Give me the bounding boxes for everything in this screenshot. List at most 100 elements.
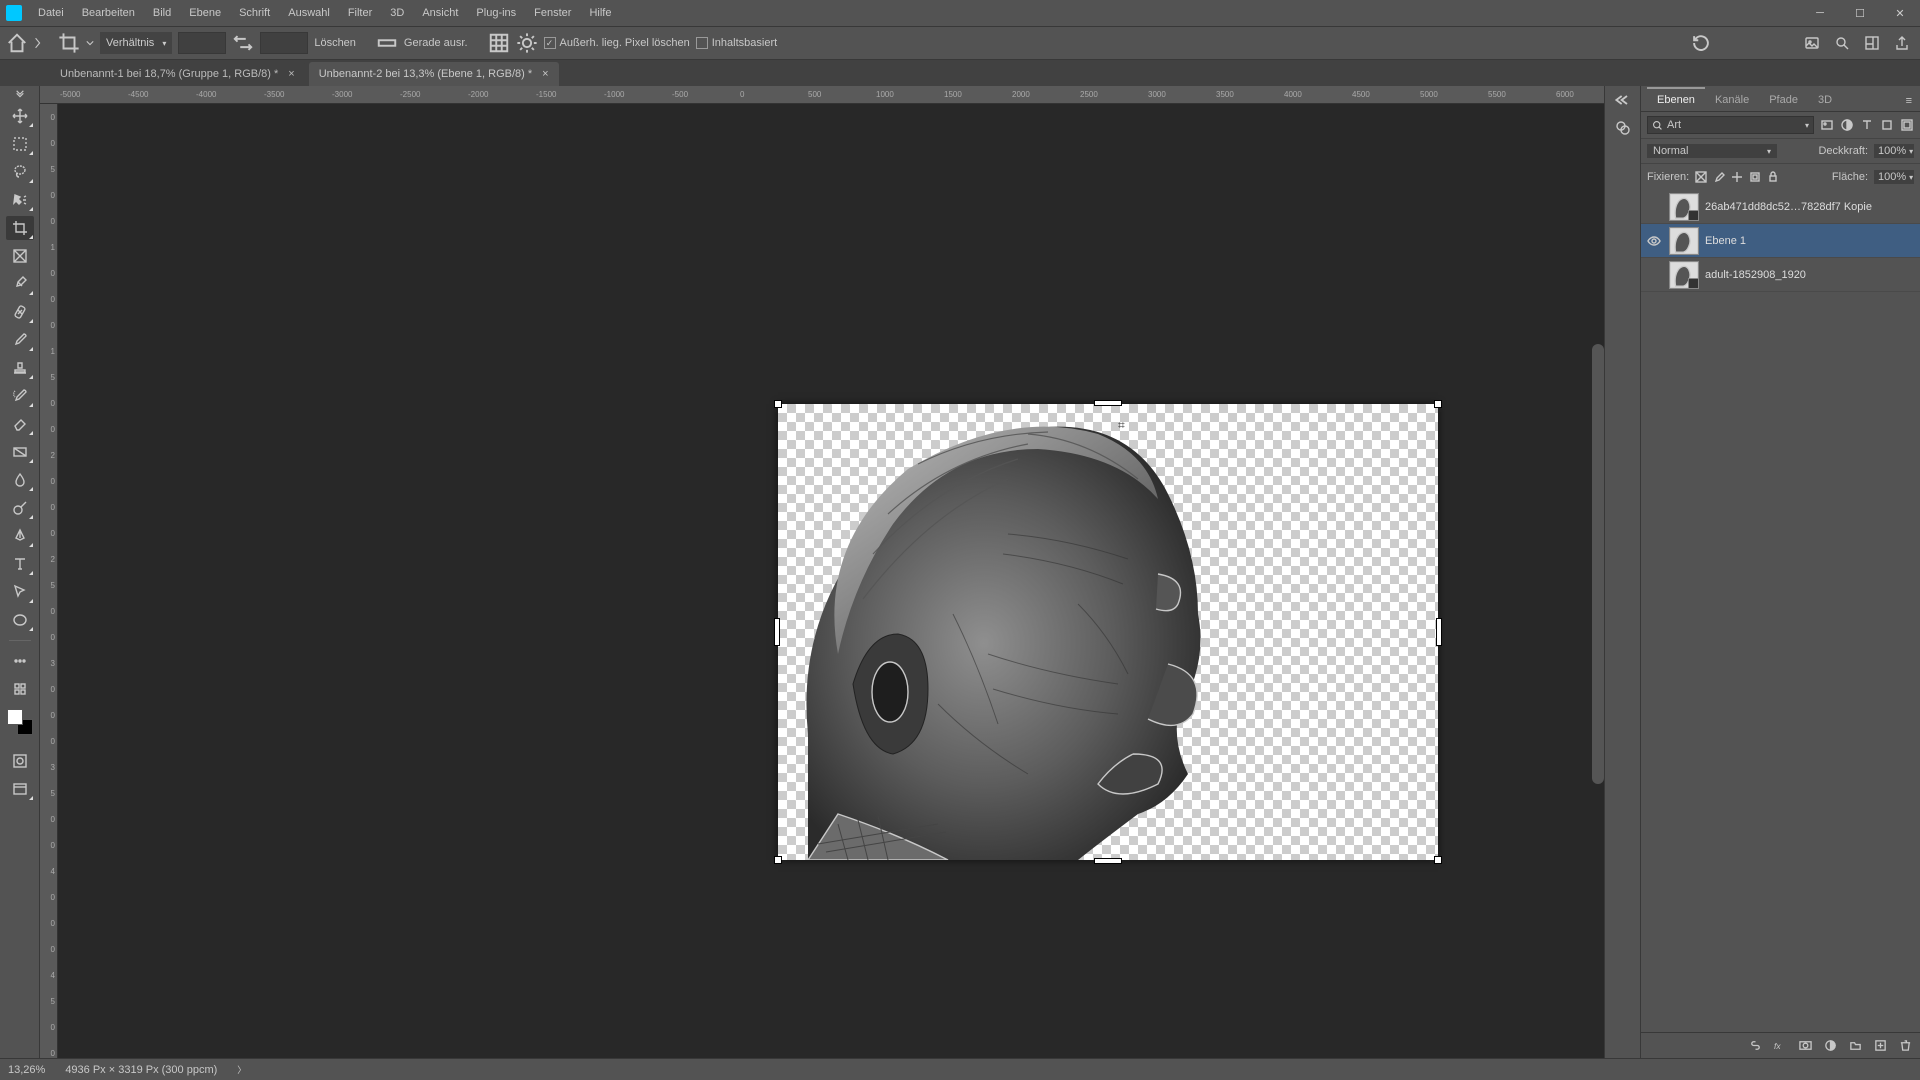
maximize-button[interactable]: ☐ — [1840, 0, 1880, 26]
lock-position-icon[interactable] — [1731, 171, 1743, 183]
filter-adjust-icon[interactable] — [1840, 118, 1854, 132]
lock-brush-icon[interactable] — [1713, 171, 1725, 183]
blur-tool[interactable] — [6, 468, 34, 492]
layer-thumbnail[interactable] — [1669, 193, 1699, 221]
cloud-docs-icon[interactable] — [1804, 35, 1820, 51]
menu-hilfe[interactable]: Hilfe — [581, 3, 619, 23]
crop-handle[interactable] — [774, 400, 782, 408]
dodge-tool[interactable] — [6, 496, 34, 520]
crop-height-input[interactable] — [260, 32, 308, 54]
pen-tool[interactable] — [6, 524, 34, 548]
filter-shape-icon[interactable] — [1880, 118, 1894, 132]
lock-all-icon[interactable] — [1767, 171, 1779, 183]
shape-tool[interactable] — [6, 608, 34, 632]
crop-settings-icon[interactable] — [516, 32, 538, 54]
close-window-button[interactable]: ✕ — [1880, 0, 1920, 26]
type-tool[interactable] — [6, 552, 34, 576]
document-tab-2[interactable]: Unbenannt-2 bei 13,3% (Ebene 1, RGB/8) *… — [309, 62, 559, 86]
document[interactable]: ⌗ — [778, 404, 1438, 860]
lock-nested-icon[interactable] — [1749, 171, 1761, 183]
menu-plugins[interactable]: Plug-ins — [468, 3, 524, 23]
marquee-tool[interactable] — [6, 132, 34, 156]
close-tab-icon[interactable]: × — [288, 68, 294, 80]
layer-search-input[interactable]: Art ▾ — [1647, 116, 1814, 134]
home-icon[interactable] — [6, 32, 28, 54]
reset-crop-icon[interactable] — [1690, 32, 1712, 54]
tab-pfade[interactable]: Pfade — [1759, 87, 1808, 111]
close-tab-icon[interactable]: × — [542, 68, 548, 80]
menu-fenster[interactable]: Fenster — [526, 3, 579, 23]
crop-tool-icon[interactable] — [58, 32, 80, 54]
layer-row[interactable]: 26ab471dd8dc52…7828df7 Kopie — [1641, 190, 1920, 224]
libraries-icon[interactable] — [1615, 120, 1631, 136]
crop-tool[interactable] — [6, 216, 34, 240]
layer-row[interactable]: adult-1852908_1920 — [1641, 258, 1920, 292]
link-layers-icon[interactable] — [1749, 1039, 1762, 1052]
healing-tool[interactable] — [6, 300, 34, 324]
layer-row[interactable]: Ebene 1 — [1641, 224, 1920, 258]
eraser-tool[interactable] — [6, 412, 34, 436]
swap-dimensions-icon[interactable] — [232, 32, 254, 54]
brush-tool[interactable] — [6, 328, 34, 352]
crop-handle[interactable] — [774, 618, 780, 646]
opacity-input[interactable]: 100%▾ — [1874, 144, 1914, 158]
layer-thumbnail[interactable] — [1669, 227, 1699, 255]
crop-handle[interactable] — [1436, 618, 1442, 646]
filter-pixel-icon[interactable] — [1820, 118, 1834, 132]
tab-ebenen[interactable]: Ebenen — [1647, 87, 1705, 111]
menu-bearbeiten[interactable]: Bearbeiten — [74, 3, 143, 23]
content-aware-checkbox[interactable]: Inhaltsbasiert — [696, 37, 777, 49]
quick-select-tool[interactable] — [6, 188, 34, 212]
group-layers-icon[interactable] — [1849, 1039, 1862, 1052]
tab-kanaele[interactable]: Kanäle — [1705, 87, 1759, 111]
adjustment-layer-icon[interactable] — [1824, 1039, 1837, 1052]
delete-cropped-checkbox[interactable]: ✓Außerh. lieg. Pixel löschen — [544, 37, 690, 49]
share-icon[interactable] — [1894, 35, 1910, 51]
quick-mask-icon[interactable] — [6, 749, 34, 773]
blend-mode-select[interactable]: Normal▾ — [1647, 144, 1777, 158]
edit-toolbar[interactable] — [6, 677, 34, 701]
layer-fx-icon[interactable]: fx — [1774, 1039, 1787, 1052]
history-brush-tool[interactable] — [6, 384, 34, 408]
fill-input[interactable]: 100%▾ — [1874, 170, 1914, 184]
menu-auswahl[interactable]: Auswahl — [280, 3, 338, 23]
expand-panels-icon[interactable] — [1615, 92, 1631, 108]
gradient-tool[interactable] — [6, 440, 34, 464]
filter-type-icon[interactable] — [1860, 118, 1874, 132]
tab-3d[interactable]: 3D — [1808, 87, 1842, 111]
layer-name[interactable]: adult-1852908_1920 — [1705, 269, 1806, 281]
search-icon[interactable] — [1834, 35, 1850, 51]
lock-transparent-icon[interactable] — [1695, 171, 1707, 183]
frame-tool[interactable] — [6, 244, 34, 268]
straighten-button[interactable]: Gerade ausr. — [404, 37, 468, 49]
vertical-scrollbar[interactable] — [1592, 344, 1604, 784]
stamp-tool[interactable] — [6, 356, 34, 380]
menu-filter[interactable]: Filter — [340, 3, 380, 23]
document-info[interactable]: 4936 Px × 3319 Px (300 ppcm) — [65, 1064, 217, 1076]
filter-smart-icon[interactable] — [1900, 118, 1914, 132]
screen-mode-icon[interactable] — [6, 777, 34, 801]
crop-handle[interactable] — [1434, 400, 1442, 408]
document-tab-1[interactable]: Unbenannt-1 bei 18,7% (Gruppe 1, RGB/8) … — [50, 62, 305, 86]
new-layer-icon[interactable] — [1874, 1039, 1887, 1052]
panel-toggle-icon[interactable] — [34, 37, 42, 49]
crop-handle[interactable] — [774, 856, 782, 864]
layer-thumbnail[interactable] — [1669, 261, 1699, 289]
status-caret-icon[interactable]: 〉 — [237, 1063, 246, 1076]
layer-name[interactable]: Ebene 1 — [1705, 235, 1746, 247]
menu-schrift[interactable]: Schrift — [231, 3, 278, 23]
zoom-level[interactable]: 13,26% — [8, 1064, 45, 1076]
layer-name[interactable]: 26ab471dd8dc52…7828df7 Kopie — [1705, 201, 1872, 213]
crop-width-input[interactable] — [178, 32, 226, 54]
layer-mask-icon[interactable] — [1799, 1039, 1812, 1052]
aspect-ratio-select[interactable]: Verhältnis▾ — [100, 32, 172, 54]
menu-ebene[interactable]: Ebene — [181, 3, 229, 23]
path-select-tool[interactable] — [6, 580, 34, 604]
crop-handle[interactable] — [1434, 856, 1442, 864]
lasso-tool[interactable] — [6, 160, 34, 184]
move-tool[interactable] — [6, 104, 34, 128]
delete-layer-icon[interactable] — [1899, 1039, 1912, 1052]
menu-datei[interactable]: Datei — [30, 3, 72, 23]
color-swatches[interactable] — [7, 709, 33, 735]
overlay-grid-icon[interactable] — [488, 32, 510, 54]
